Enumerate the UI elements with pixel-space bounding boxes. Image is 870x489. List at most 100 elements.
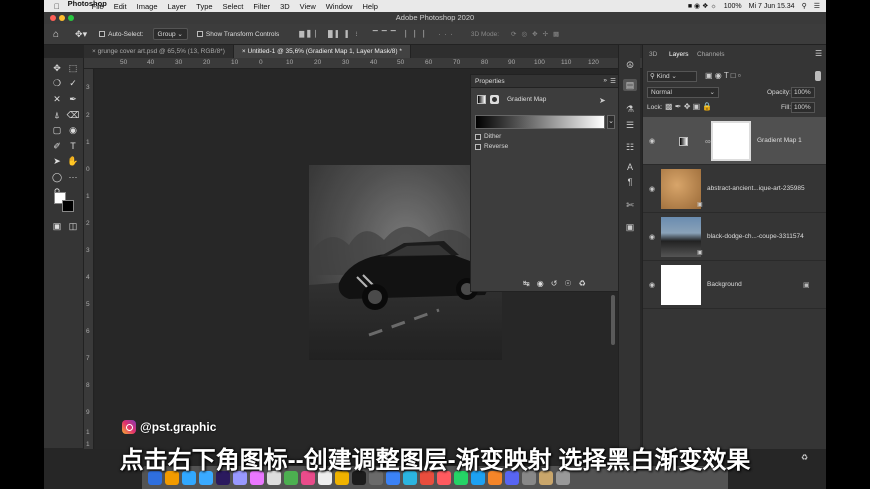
mask-icon[interactable] bbox=[490, 95, 499, 104]
layer-row-background[interactable]: ◉ Background ▣ bbox=[643, 261, 826, 309]
layer-row-abstract-texture[interactable]: ◉ ▣ abstract-ancient...ique-art-235985 bbox=[643, 165, 826, 213]
auto-select-dropdown[interactable]: Group ⌄ bbox=[152, 28, 188, 40]
panel-menu-icon[interactable]: ☰ bbox=[610, 77, 616, 85]
move-tool[interactable]: ✥ bbox=[50, 62, 64, 74]
swatches-icon[interactable]: ☷ bbox=[623, 141, 637, 153]
opacity-input[interactable]: 100% bbox=[791, 87, 815, 98]
pen-tool[interactable]: ✐ bbox=[50, 140, 64, 152]
background-color-swatch[interactable] bbox=[62, 200, 74, 212]
auto-select-checkbox[interactable]: Auto-Select: bbox=[96, 28, 146, 40]
collapse-panel-icon[interactable]: » bbox=[603, 77, 607, 84]
lasso-tool[interactable]: ❍ bbox=[50, 77, 64, 89]
reverse-checkbox[interactable]: Reverse bbox=[475, 143, 508, 150]
panel-menu-icon[interactable]: ☰ bbox=[815, 49, 822, 58]
tab-layers[interactable]: Layers bbox=[669, 51, 689, 58]
properties-dock-icon[interactable]: ▤ bbox=[623, 79, 637, 91]
menu-select[interactable]: Select bbox=[223, 2, 244, 11]
menu-view[interactable]: View bbox=[300, 2, 316, 11]
visibility-eye-icon[interactable]: ◉ bbox=[649, 185, 655, 193]
ruler-tick: 0 bbox=[259, 59, 263, 66]
align-buttons[interactable]: ▇▋▏ █▌▐ ⁝ bbox=[296, 28, 364, 40]
burn-tool[interactable]: ◉ bbox=[66, 124, 80, 136]
type-tool[interactable]: T bbox=[66, 140, 80, 152]
clip-to-layer-icon[interactable]: ↹ bbox=[523, 279, 530, 288]
search-icon[interactable]: ⚲ bbox=[802, 2, 807, 10]
layer-filter-icons[interactable]: ▣ ◉ T □ ▫ bbox=[705, 71, 741, 80]
auto-select-label: Auto-Select: bbox=[108, 30, 144, 38]
layer-row-car-photo[interactable]: ◉ ▣ black-dodge-ch...-coupe-3311574 bbox=[643, 213, 826, 261]
layer-mask-thumbnail[interactable] bbox=[711, 121, 751, 161]
show-transform-checkbox[interactable]: Show Transform Controls bbox=[194, 28, 282, 40]
blend-mode-dropdown[interactable]: Normal ⌄ bbox=[647, 87, 719, 98]
menu-filter[interactable]: Filter bbox=[253, 2, 270, 11]
reset-icon[interactable]: ↺ bbox=[551, 279, 558, 288]
gradient-picker[interactable] bbox=[475, 115, 605, 129]
ruler-tick: 6 bbox=[86, 328, 90, 335]
quick-mask-icon[interactable]: ▣ bbox=[50, 220, 64, 232]
status-icons[interactable]: ■ ◉ ❖ ☼ bbox=[688, 2, 717, 10]
menu-window[interactable]: Window bbox=[326, 2, 353, 11]
delete-icon[interactable]: ♻ bbox=[579, 279, 586, 288]
screen-mode-icon[interactable]: ◫ bbox=[66, 220, 80, 232]
tab-untitled-1[interactable]: × Untitled-1 @ 35,6% (Gradient Map 1, La… bbox=[233, 45, 411, 58]
minimize-window-button[interactable] bbox=[59, 15, 65, 21]
move-tool-icon[interactable]: ✥▾ bbox=[72, 28, 90, 40]
menu-type[interactable]: Type bbox=[196, 2, 212, 11]
hand-tool[interactable]: ✋ bbox=[66, 155, 80, 167]
vertical-scrollbar[interactable] bbox=[611, 295, 615, 345]
tools-icon[interactable]: ✄ bbox=[623, 199, 637, 211]
brushes-icon[interactable]: ⚗ bbox=[623, 103, 637, 115]
tab-grunge-cover-art[interactable]: × grunge cover art.psd @ 65,5% (13, RGB/… bbox=[84, 45, 234, 58]
menu-edit[interactable]: Edit bbox=[114, 2, 127, 11]
menu-image[interactable]: Image bbox=[137, 2, 158, 11]
stamp-tool[interactable]: ⍋ bbox=[50, 109, 64, 121]
apple-icon[interactable]:  bbox=[54, 2, 60, 11]
tab-3d[interactable]: 3D bbox=[649, 51, 657, 58]
quick-select-tool[interactable]: ✓ bbox=[66, 77, 80, 89]
ellipse-tool[interactable]: ◯ bbox=[50, 171, 64, 183]
lock-icons[interactable]: ▩ ✒ ✥ ▣ 🔒 bbox=[665, 102, 712, 111]
visibility-eye-icon[interactable]: ◉ bbox=[649, 233, 655, 241]
home-icon[interactable]: ⌂ bbox=[50, 28, 62, 40]
filter-kind-dropdown[interactable]: ⚲ Kind ⌄ bbox=[647, 71, 697, 82]
layer-row-gradient-map[interactable]: ◉ ∞ Gradient Map 1 bbox=[643, 117, 826, 165]
menu-layer[interactable]: Layer bbox=[168, 2, 187, 11]
menu-help[interactable]: Help bbox=[362, 2, 377, 11]
document-tabs: × grunge cover art.psd @ 65,5% (13, RGB/… bbox=[84, 45, 650, 58]
menu-3d[interactable]: 3D bbox=[280, 2, 290, 11]
fill-input[interactable]: 100% bbox=[791, 102, 815, 113]
path-select-tool[interactable]: ➤ bbox=[50, 155, 64, 167]
libraries-icon[interactable]: ▣ bbox=[623, 221, 637, 233]
zoom-window-button[interactable] bbox=[68, 15, 74, 21]
character-icon[interactable]: A bbox=[623, 161, 637, 173]
photoshop-window:  Photoshop File Edit Image Layer Type S… bbox=[44, 0, 826, 489]
menu-file[interactable]: File bbox=[92, 2, 104, 11]
visibility-eye-icon[interactable]: ◉ bbox=[649, 281, 655, 289]
distribute-buttons[interactable]: ▔▔▔ ▏▏▏ ··· bbox=[370, 28, 460, 40]
tab-channels[interactable]: Channels bbox=[697, 51, 724, 58]
smart-object-icon: ▣ bbox=[697, 202, 703, 208]
adjustments-icon[interactable]: ☰ bbox=[623, 119, 637, 131]
visibility-icon[interactable]: ☉ bbox=[564, 279, 571, 288]
eraser-tool[interactable]: ⌫ bbox=[66, 109, 80, 121]
brush-tool[interactable]: ✒ bbox=[66, 93, 80, 105]
link-icon[interactable]: ∞ bbox=[705, 137, 711, 146]
tools-panel: ✥ ⬚ ❍ ✓ ✕ ✒ ⍋ ⌫ ▢ ◉ ✐ T ➤ ✋ ◯ ··· ⚲ ▣ ◫ bbox=[44, 58, 84, 448]
eyedropper-tool[interactable]: ✕ bbox=[50, 93, 64, 105]
filter-toggle[interactable] bbox=[815, 71, 821, 81]
marquee-tool[interactable]: ⬚ bbox=[66, 62, 80, 74]
watermark: @pst.graphic bbox=[122, 420, 216, 434]
dither-checkbox[interactable]: Dither bbox=[475, 133, 501, 140]
visibility-eye-icon[interactable]: ◉ bbox=[649, 137, 655, 145]
gradient-dropdown-chevron-icon[interactable]: ⌄ bbox=[607, 115, 615, 129]
filter-kind-value: Kind bbox=[656, 73, 670, 80]
3d-mode-icons[interactable]: ⟳◎✥✢▩ bbox=[508, 28, 567, 40]
menu-list-icon[interactable]: ☰ bbox=[814, 2, 820, 10]
history-icon[interactable]: ☮ bbox=[623, 59, 637, 71]
close-window-button[interactable] bbox=[50, 15, 56, 21]
show-transform-label: Show Transform Controls bbox=[205, 30, 280, 38]
gradient-tool[interactable]: ▢ bbox=[50, 124, 64, 136]
more-tools-icon[interactable]: ··· bbox=[66, 171, 80, 183]
paragraph-icon[interactable]: ¶ bbox=[623, 176, 637, 188]
view-previous-icon[interactable]: ◉ bbox=[537, 279, 544, 288]
